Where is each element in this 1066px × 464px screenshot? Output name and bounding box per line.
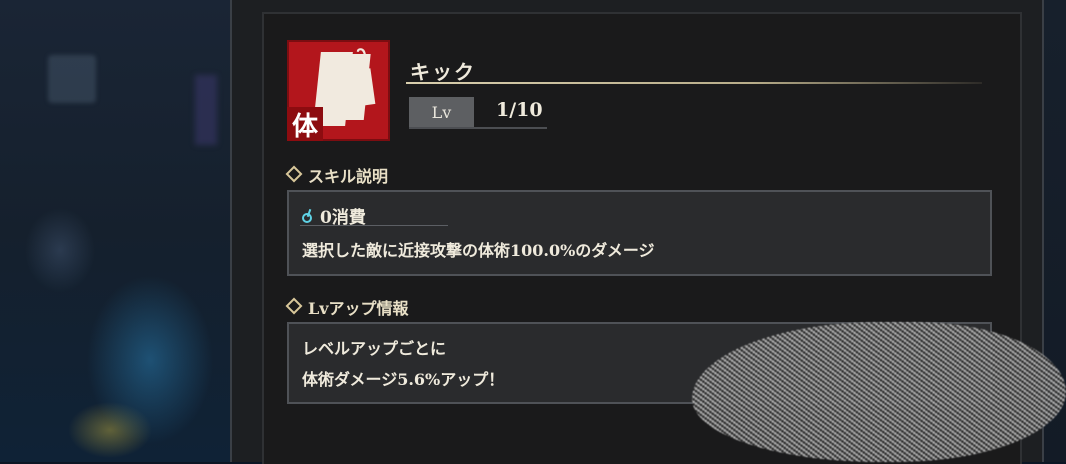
levelup-line-1: レベルアップごとに (302, 339, 447, 358)
foot-graphic-tip (342, 68, 376, 108)
skill-name-underline (406, 82, 982, 84)
skill-type-tag: 体 (287, 107, 323, 141)
diamond-bullet-icon (285, 165, 303, 183)
level-value: 1/10 (496, 99, 543, 121)
background-element (195, 75, 217, 145)
mana-icon (302, 209, 314, 223)
skill-name: キック (410, 60, 476, 84)
levelup-info-heading: Lvアップ情報 (285, 295, 409, 319)
level-label: Lv (409, 97, 474, 127)
background-game-scene (0, 0, 230, 462)
skill-description-heading: スキル説明 (285, 163, 389, 187)
level-underline (409, 127, 547, 129)
skill-description-text: 選択した敵に近接攻撃の体術100.0%のダメージ (302, 241, 655, 260)
impact-mark: Ꮚ (353, 46, 367, 65)
obscured-watermark-area (692, 322, 1066, 462)
diamond-bullet-icon (285, 297, 303, 315)
levelup-info-title: Lvアップ情報 (308, 299, 409, 318)
skill-kick-icon: Ꮚ 体 (287, 40, 390, 141)
levelup-line-2: 体術ダメージ5.6%アップ！ (302, 370, 505, 389)
background-menu-tile (48, 55, 96, 103)
skill-description-title: スキル説明 (308, 167, 389, 186)
cost-underline (300, 225, 448, 226)
